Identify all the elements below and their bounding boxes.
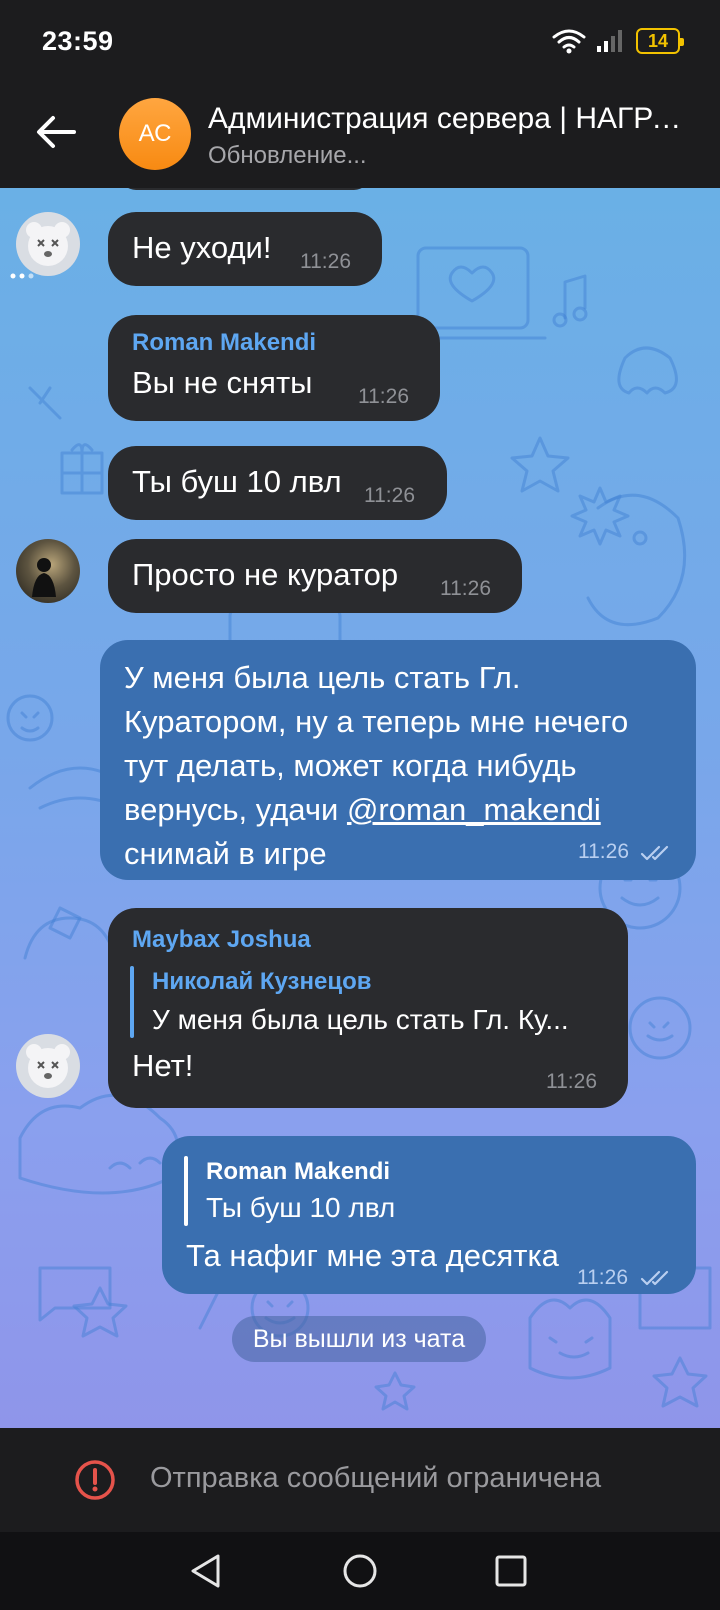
message-text: Не уходи!	[132, 230, 272, 265]
circle-home-icon	[343, 1554, 377, 1588]
status-time: 23:59	[42, 26, 114, 56]
message-time: 11:26	[577, 1266, 628, 1289]
chat-area[interactable]: Не уходи! 11:26 Roman Makendi Вы не снят…	[0, 188, 720, 1428]
chat-avatar[interactable]: АС	[119, 98, 191, 170]
avatar[interactable]	[16, 1034, 80, 1098]
nav-recents-button[interactable]	[490, 1550, 532, 1592]
message-time: 11:26	[546, 1070, 597, 1093]
message-line: снимай в игре	[124, 836, 327, 871]
nav-back-button[interactable]	[184, 1550, 226, 1592]
message-bubble[interactable]: Ты буш 10 лвл 11:26	[108, 446, 447, 520]
dots-icon	[10, 273, 34, 279]
status-bar: 23:59 14	[0, 0, 720, 84]
message-line-prefix: вернусь, удачи	[124, 792, 347, 827]
chat-status: Обновление...	[208, 142, 367, 169]
message-time: 11:26	[440, 577, 491, 600]
signal-icon	[597, 30, 622, 52]
message-text: У меня была цель стать Гл. Куратором, ну…	[124, 656, 628, 876]
message-bubble[interactable]: Не уходи! 11:26	[108, 212, 382, 286]
bear-icon	[26, 1044, 70, 1088]
message-bubble[interactable]: Roman Makendi Вы не сняты 11:26	[108, 315, 440, 421]
battery-level: 14	[647, 31, 669, 51]
status-icons: 14	[552, 26, 684, 56]
message-text: Ты буш 10 лвл	[132, 464, 342, 499]
read-ticks-icon	[640, 1270, 669, 1286]
message-text: Та нафиг мне эта десятка	[186, 1238, 559, 1273]
message-time: 11:26	[358, 385, 409, 408]
message-bubble-outgoing[interactable]: У меня была цель стать Гл. Куратором, ну…	[100, 640, 696, 880]
message-text: Просто не куратор	[132, 557, 399, 592]
read-ticks-icon	[640, 845, 669, 861]
message-text: Вы не сняты	[132, 365, 313, 400]
reply-bar	[130, 966, 134, 1038]
reply-text[interactable]: У меня была цель стать Гл. Ку...	[152, 1004, 569, 1036]
navigation-bar	[0, 1532, 720, 1610]
back-button[interactable]	[30, 106, 82, 158]
battery-icon: 14	[636, 28, 684, 54]
service-message: Вы вышли из чата	[232, 1316, 486, 1362]
arrow-left-icon	[37, 116, 76, 148]
message-bubble[interactable]: Просто не куратор 11:26	[108, 539, 522, 613]
message-line: Куратором, ну а теперь мне нечего	[124, 704, 629, 739]
wifi-icon	[552, 29, 586, 54]
reply-text[interactable]: Ты буш 10 лвл	[206, 1192, 395, 1224]
typing-dots	[10, 266, 34, 279]
restriction-text: Отправка сообщений ограничена	[150, 1462, 602, 1494]
avatar[interactable]	[16, 539, 80, 603]
message-time: 11:26	[300, 250, 351, 273]
chat-title[interactable]: Администрация сервера | НАГРАДЫ	[208, 102, 688, 136]
reply-author[interactable]: Roman Makendi	[206, 1158, 390, 1186]
message-line: У меня была цель стать Гл.	[124, 660, 521, 695]
reply-author[interactable]: Николай Кузнецов	[152, 968, 371, 996]
person-silhouette-icon	[32, 558, 56, 597]
restriction-bar: Отправка сообщений ограничена	[0, 1428, 720, 1532]
mention-link[interactable]: @roman_makendi	[347, 792, 601, 827]
message-time: 11:26	[364, 484, 415, 507]
square-recents-icon	[495, 1555, 527, 1587]
message-text: Нет!	[132, 1048, 194, 1083]
sender-name[interactable]: Roman Makendi	[132, 329, 316, 357]
message-time: 11:26	[578, 840, 629, 863]
message-bubble-partial[interactable]	[120, 188, 370, 190]
nav-home-button[interactable]	[339, 1550, 381, 1592]
message-line: вернусь, удачи @roman_makendi	[124, 788, 628, 832]
warning-icon	[75, 1460, 115, 1500]
chat-header: АС Администрация сервера | НАГРАДЫ Обнов…	[0, 84, 720, 188]
sender-name[interactable]: Maybax Joshua	[132, 926, 311, 954]
message-line: тут делать, может когда нибудь	[124, 748, 577, 783]
message-bubble-outgoing[interactable]: Roman Makendi Ты буш 10 лвл Та нафиг мне…	[162, 1136, 696, 1294]
chat-avatar-initials: АС	[138, 120, 172, 147]
triangle-back-icon	[191, 1554, 220, 1588]
message-bubble[interactable]: Maybax Joshua Николай Кузнецов У меня бы…	[108, 908, 628, 1108]
reply-bar	[184, 1156, 188, 1226]
